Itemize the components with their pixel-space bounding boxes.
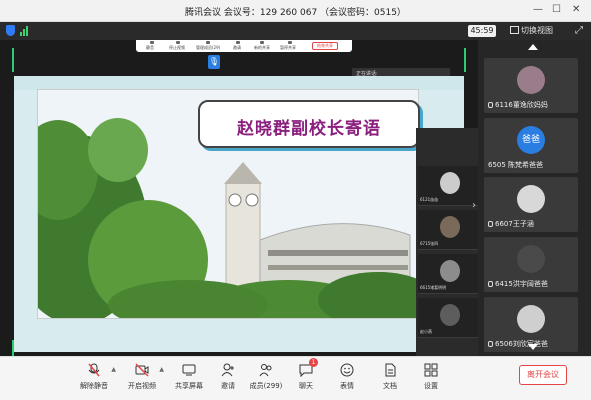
participant-card[interactable]: 6116董逸欣妈妈 — [484, 58, 578, 113]
slide-title-panel: 赵晓群副校长寄语 — [198, 100, 420, 148]
reaction-button[interactable]: 表情 — [325, 362, 369, 398]
active-frame-edge — [12, 48, 14, 72]
members-mini-icon[interactable] — [206, 41, 210, 44]
fullscreen-icon[interactable]: ⤢ — [575, 25, 583, 37]
participant-name: 6607王子涵 — [488, 219, 534, 229]
mic-indicator-icon[interactable]: 🎙 — [208, 55, 220, 69]
mini-item[interactable]: 静音 — [146, 45, 154, 51]
share-screen-button[interactable]: 共享屏幕 — [167, 362, 211, 398]
start-video-button[interactable]: 开启视频 ▲ — [120, 362, 164, 398]
switch-view-button[interactable]: 切换视图 — [510, 25, 553, 37]
share-screen-icon — [182, 362, 196, 376]
avatar — [440, 304, 460, 326]
minimize-icon[interactable]: — — [533, 4, 543, 15]
docs-button[interactable]: 文档 — [368, 362, 412, 398]
start-video-label: 开启视频 — [128, 382, 156, 390]
caret-up-icon[interactable]: ▲ — [111, 366, 116, 373]
participant-name: 6505 陈梵希爸爸 — [488, 161, 544, 169]
members-icon — [259, 362, 273, 377]
shield-icon[interactable] — [6, 25, 15, 36]
video-tile-label: 6615诸葛明明 — [420, 285, 447, 290]
muted-mic-icon — [488, 281, 493, 287]
muted-mic-icon — [488, 221, 493, 227]
settings-button[interactable]: 设置 — [409, 362, 453, 398]
leave-meeting-button[interactable]: 离开会议 — [519, 365, 567, 385]
video-tile[interactable]: 6715张四 — [418, 210, 482, 250]
maximize-icon[interactable]: ☐ — [552, 4, 561, 15]
video-tile-label: 6715张四 — [420, 241, 439, 246]
avatar — [517, 305, 545, 333]
meeting-window: 腾讯会议 会议号：129 260 067 （会议密码：0515） — ☐ ✕ 4… — [0, 0, 591, 400]
mic-muted-icon — [87, 362, 101, 377]
pause-share-mini-icon[interactable] — [288, 41, 292, 44]
members-label: 成员(299) — [249, 382, 283, 390]
participant-sidebar: 6116董逸欣妈妈 爸爸 6505 陈梵希爸爸 6607王子涵 6415洪宇阔爸… — [478, 40, 591, 356]
mini-item[interactable]: 暂停共享 — [280, 45, 296, 51]
reaction-label: 表情 — [340, 382, 354, 390]
participant-card[interactable]: 6607王子涵 — [484, 177, 578, 232]
muted-mic-icon — [488, 102, 493, 108]
emoji-icon — [340, 362, 354, 377]
video-mini-icon[interactable] — [176, 41, 180, 44]
participant-card[interactable]: 6415洪宇阔爸爸 — [484, 237, 578, 292]
chat-badge: 1 — [309, 358, 318, 367]
caret-up-icon[interactable]: ▲ — [159, 366, 164, 373]
signal-icon[interactable] — [20, 26, 30, 36]
avatar — [517, 185, 545, 213]
unmute-label: 解除静音 — [80, 382, 108, 390]
video-tile-label: 6121苗苗 — [420, 197, 439, 202]
document-icon — [383, 362, 397, 377]
share-mini-toolbar: 静音 停止视频 管理成员(29) 邀请 新的共享 暂停共享 结束共享 — [136, 40, 352, 52]
members-button[interactable]: 成员(299) — [244, 362, 288, 398]
invite-icon — [221, 362, 235, 377]
invite-mini-icon[interactable] — [236, 41, 240, 44]
bottom-toolbar: 解除静音 ▲ 开启视频 ▲ 共享屏幕 邀请 成员(299) 1 聊天 表情 文档… — [0, 356, 591, 400]
chat-button[interactable]: 1 聊天 — [284, 358, 328, 398]
stop-share-button[interactable]: 结束共享 — [312, 42, 338, 50]
avatar: 爸爸 — [517, 126, 545, 154]
status-bar: 45:59 切换视图 ⤢ — [0, 22, 591, 40]
participant-name: 6506刘欣宸爸爸 — [488, 339, 548, 349]
window-title: 腾讯会议 会议号：129 260 067 （会议密码：0515） — [185, 8, 406, 18]
slide: 赵晓群副校长寄语 — [38, 90, 420, 318]
close-icon[interactable]: ✕ — [572, 4, 580, 15]
avatar — [440, 216, 460, 238]
chat-label: 聊天 — [299, 382, 313, 390]
mini-item[interactable]: 邀请 — [233, 45, 241, 51]
video-tile[interactable]: 赵小燕 — [418, 298, 482, 338]
slide-title: 赵晓群副校长寄语 — [237, 119, 381, 139]
chat-icon: 1 — [299, 358, 318, 378]
avatar — [517, 66, 545, 94]
unmute-button[interactable]: 解除静音 ▲ — [72, 362, 116, 398]
settings-grid-icon — [424, 362, 438, 377]
mini-item[interactable]: 停止视频 — [169, 45, 185, 51]
scroll-down-icon[interactable] — [528, 344, 538, 350]
participant-name: 6116董逸欣妈妈 — [488, 100, 548, 110]
docs-label: 文档 — [383, 382, 397, 390]
participant-name: 6415洪宇阔爸爸 — [488, 279, 548, 289]
active-frame-edge — [464, 48, 466, 72]
settings-label: 设置 — [424, 382, 438, 390]
new-share-mini-icon[interactable] — [260, 41, 264, 44]
screen-top-strip — [14, 76, 464, 90]
participant-card[interactable]: 爸爸 6505 陈梵希爸爸 — [484, 118, 578, 173]
meeting-timer: 45:59 — [468, 25, 496, 37]
shared-screen: 赵晓群副校长寄语 6121苗苗 6715张四 6615诸葛明明 赵小燕 — [14, 76, 484, 398]
title-bar: 腾讯会议 会议号：129 260 067 （会议密码：0515） — ☐ ✕ — [0, 0, 591, 22]
scroll-up-icon[interactable] — [528, 44, 538, 50]
mute-mini-icon[interactable] — [150, 41, 154, 44]
video-tile-label: 赵小燕 — [420, 329, 432, 334]
muted-mic-icon — [488, 341, 493, 347]
mini-item[interactable]: 新的共享 — [254, 45, 270, 51]
avatar — [440, 260, 460, 282]
video-off-icon — [135, 362, 149, 377]
switch-view-label: 切换视图 — [521, 26, 553, 35]
video-tile[interactable]: 6615诸葛明明 — [418, 254, 482, 294]
mini-item[interactable]: 管理成员(29) — [196, 45, 220, 51]
share-screen-label: 共享屏幕 — [175, 382, 203, 390]
grid-view-icon — [510, 26, 519, 34]
avatar — [517, 245, 545, 273]
loading-spinner-icon — [440, 172, 460, 194]
collapse-sidebar-icon[interactable]: › — [472, 200, 476, 211]
